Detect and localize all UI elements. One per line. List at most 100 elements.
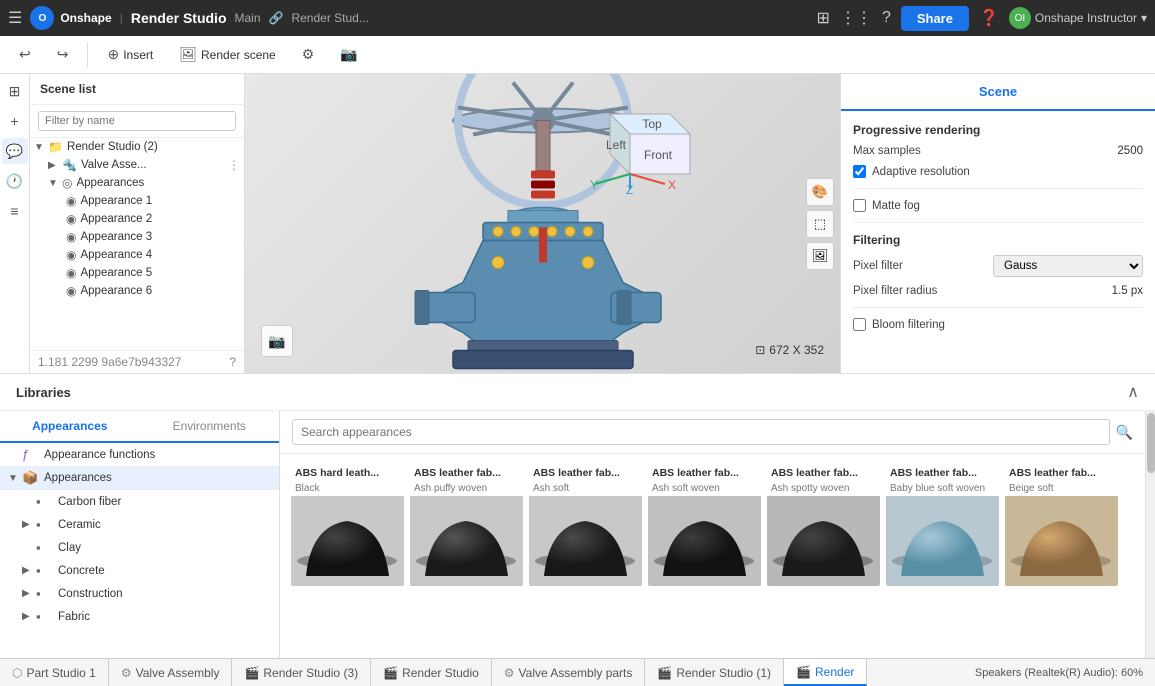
help-icon[interactable]: ? xyxy=(229,355,236,369)
lib-item-appearances[interactable]: ▼ 📦 Appearances xyxy=(0,466,279,490)
undo-button[interactable]: ↩ xyxy=(8,41,42,68)
appearance-icon: ◉ xyxy=(66,266,76,280)
insert-button[interactable]: ⊕ Insert xyxy=(96,41,164,68)
tab-label: Valve Assembly xyxy=(136,666,220,680)
bloom-filtering-checkbox[interactable] xyxy=(853,318,866,331)
tree-item-app6[interactable]: ◉ Appearance 6 xyxy=(30,282,244,300)
scene-filter-input[interactable] xyxy=(38,111,236,131)
tree-item-app5[interactable]: ◉ Appearance 5 xyxy=(30,264,244,282)
viewport-tool-3[interactable]: 🖼 xyxy=(806,242,834,270)
settings-icon: ⚙ xyxy=(302,46,315,63)
pixel-filter-select[interactable]: Gauss Box Tent Mitchell xyxy=(993,255,1143,277)
svg-text:Z: Z xyxy=(626,183,633,194)
left-icon-home[interactable]: ⊞ xyxy=(2,78,28,104)
matte-fog-checkbox[interactable] xyxy=(853,199,866,212)
pixel-filter-label: Pixel filter xyxy=(853,260,993,272)
hamburger-menu[interactable]: ☰ xyxy=(8,8,22,28)
pixel-filter-select-wrap: Gauss Box Tent Mitchell xyxy=(993,255,1143,277)
left-icon-history[interactable]: 🕐 xyxy=(2,168,28,194)
left-icon-data[interactable]: ≡ xyxy=(2,198,28,224)
left-icon-chat[interactable]: 💬 xyxy=(2,138,28,164)
render-icon-4: 🎬 xyxy=(796,665,811,679)
bloom-filtering-label: Bloom filtering xyxy=(872,319,945,331)
left-icon-add[interactable]: + xyxy=(2,108,28,134)
scrollbar-thumb[interactable] xyxy=(1147,413,1155,473)
pixel-filter-radius-value: 1.5 px xyxy=(993,285,1143,297)
viewport-tool-1[interactable]: 🎨 xyxy=(806,178,834,206)
lib-grid-item-abs-leath-fab2[interactable]: ABS leather fab... Ash soft xyxy=(528,464,643,587)
lib-item-construction[interactable]: ▶ ▪ Construction xyxy=(0,582,279,605)
tree-item-app1[interactable]: ◉ Appearance 1 xyxy=(30,192,244,210)
tab-valve-assembly-parts[interactable]: ⚙ Valve Assembly parts xyxy=(492,659,646,686)
help-circle-icon[interactable]: ❓ xyxy=(979,8,999,28)
tree-item-app3[interactable]: ◉ Appearance 3 xyxy=(30,228,244,246)
redo-button[interactable]: ↪ xyxy=(46,41,80,68)
tree-label: Appearance 6 xyxy=(80,285,240,297)
tab-render-studio-main[interactable]: 🎬 Render Studio xyxy=(371,659,492,686)
toggle-icon: ▶ xyxy=(22,588,36,599)
lib-grid-item-abs-leath-fab1[interactable]: ABS leather fab... Ash puffy woven xyxy=(409,464,524,587)
viewport[interactable]: Top Front Left Y X Z 🎨 ⬚ 🖼 📷 ⊡ 672 X 352 xyxy=(245,74,840,373)
lib-item-carbon-fiber[interactable]: ▪ Carbon fiber xyxy=(0,490,279,513)
grid-icon[interactable]: ⊞ xyxy=(817,8,830,28)
tab-scene[interactable]: Scene xyxy=(841,74,1155,109)
lib-item-ceramic[interactable]: ▶ ▪ Ceramic xyxy=(0,513,279,536)
lib-grid-item-abs-hard-leath[interactable]: ABS hard leath... Black xyxy=(290,464,405,587)
user-dropdown-icon[interactable]: ▾ xyxy=(1141,11,1147,25)
tree-item-app4[interactable]: ◉ Appearance 4 xyxy=(30,246,244,264)
search-icon[interactable]: 🔍 xyxy=(1116,424,1133,441)
user-area[interactable]: OI Onshape Instructor ▾ xyxy=(1009,7,1147,29)
lib-tab-environments[interactable]: Environments xyxy=(140,411,280,441)
lib-grid-item-abs-leath-fab6[interactable]: ABS leather fab... Beige soft xyxy=(1004,464,1119,587)
divider-1 xyxy=(853,188,1143,189)
toolbar-btn-4[interactable]: 📷 xyxy=(329,41,368,68)
tab-render-studio-3[interactable]: 🎬 Render Studio (3) xyxy=(232,659,371,686)
libraries-collapse-icon[interactable]: ∧ xyxy=(1127,382,1139,402)
right-panel: Scene Progressive rendering Max samples … xyxy=(840,74,1155,373)
tab-render-active[interactable]: 🎬 Render xyxy=(784,659,867,686)
lib-item-appearance-functions[interactable]: ƒ Appearance functions xyxy=(0,443,279,466)
appearance-icon: ◉ xyxy=(66,212,76,226)
render-scene-button[interactable]: 🖼 Render scene xyxy=(168,41,287,68)
viewport-toolbar: 🎨 ⬚ 🖼 xyxy=(806,178,834,270)
lib-grid-item-abs-leath-fab5[interactable]: ABS leather fab... Baby blue soft woven xyxy=(885,464,1000,587)
scene-tree: ▼ 📁 Render Studio (2) ▶ 🔩 Valve Asse... … xyxy=(30,138,244,350)
lib-scrollbar[interactable] xyxy=(1145,411,1155,658)
help-icon[interactable]: ? xyxy=(882,9,891,27)
lib-grid: ABS hard leath... Black ABS leather fab.… xyxy=(280,454,1145,658)
viewport-tool-2[interactable]: ⬚ xyxy=(806,210,834,238)
item-icon: ▪ xyxy=(36,563,54,578)
tab-render-studio-1[interactable]: 🎬 Render Studio (1) xyxy=(645,659,784,686)
share-button[interactable]: Share xyxy=(901,6,969,31)
svg-text:Front: Front xyxy=(644,148,673,162)
tree-label: Appearance 4 xyxy=(80,249,240,261)
tree-item-app2[interactable]: ◉ Appearance 2 xyxy=(30,210,244,228)
apps-icon[interactable]: ⋮⋮ xyxy=(840,8,872,28)
screenshot-button[interactable]: 📷 xyxy=(261,325,293,357)
tab-part-studio-1[interactable]: ⬡ Part Studio 1 xyxy=(0,659,109,686)
item-label: Ceramic xyxy=(58,519,101,531)
camera-icon: 📷 xyxy=(340,46,357,63)
divider-3 xyxy=(853,307,1143,308)
lib-item-clay[interactable]: ▪ Clay xyxy=(0,536,279,559)
tab-label: Valve Assembly parts xyxy=(519,666,633,680)
tree-item-render-studio[interactable]: ▼ 📁 Render Studio (2) xyxy=(30,138,244,156)
max-samples-value: 2500 xyxy=(993,145,1143,157)
lib-grid-item-abs-leath-fab3[interactable]: ABS leather fab... Ash soft woven xyxy=(647,464,762,587)
lib-tab-appearances[interactable]: Appearances xyxy=(0,411,140,443)
context-menu-icon[interactable]: ⋮ xyxy=(228,158,240,172)
lib-item-concrete[interactable]: ▶ ▪ Concrete xyxy=(0,559,279,582)
lib-item-fabric[interactable]: ▶ ▪ Fabric xyxy=(0,605,279,628)
appearance-icon: ◉ xyxy=(66,248,76,262)
adaptive-resolution-checkbox[interactable] xyxy=(853,165,866,178)
item-label: Carbon fiber xyxy=(58,496,121,508)
tree-item-appearances[interactable]: ▼ ◎ Appearances xyxy=(30,174,244,192)
search-input[interactable] xyxy=(292,419,1110,445)
tree-item-valve[interactable]: ▶ 🔩 Valve Asse... ⋮ xyxy=(30,156,244,174)
lib-grid-item-abs-leath-fab4[interactable]: ABS leather fab... Ash spotty woven xyxy=(766,464,881,587)
app-logo: O Onshape xyxy=(30,6,111,30)
tab-valve-assembly[interactable]: ⚙ Valve Assembly xyxy=(109,659,233,686)
toolbar-btn-3[interactable]: ⚙ xyxy=(291,41,326,68)
tab-label: Render Studio xyxy=(402,666,479,680)
right-tabs: Scene xyxy=(841,74,1155,111)
